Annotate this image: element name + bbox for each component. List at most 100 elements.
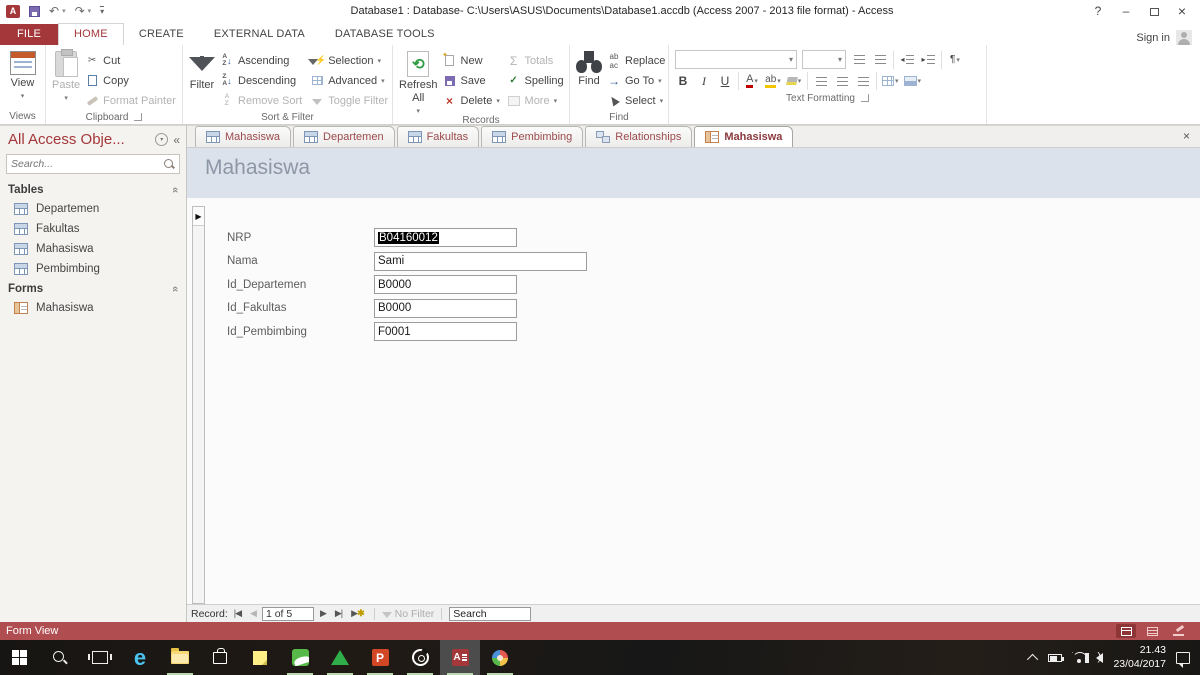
align-right-button[interactable] xyxy=(855,72,871,90)
minimize-button[interactable]: – xyxy=(1112,1,1140,21)
datasheet-view-button[interactable] xyxy=(1142,624,1162,638)
battery-icon[interactable] xyxy=(1048,654,1062,662)
taskbar-edge[interactable]: e xyxy=(120,640,160,675)
taskbar-search-button[interactable] xyxy=(40,640,80,675)
font-color-button[interactable]: A▾ xyxy=(744,72,760,90)
copy-button[interactable]: Copy xyxy=(82,71,179,90)
totals-button[interactable]: ΣTotals xyxy=(504,51,567,70)
doc-tab-departemen[interactable]: Departemen xyxy=(293,126,395,147)
field-input-id-fakultas[interactable]: B0000 xyxy=(374,299,517,318)
record-position[interactable]: 1 of 5 xyxy=(262,607,314,621)
view-button[interactable]: View ▾ xyxy=(6,49,39,100)
nav-item-pembimbing[interactable]: Pembimbing xyxy=(0,259,186,279)
undo-dropdown-icon[interactable]: ▾ xyxy=(62,7,66,15)
redo-dropdown-icon[interactable]: ▾ xyxy=(88,7,92,15)
nav-pane-collapse-icon[interactable]: « xyxy=(173,133,180,147)
close-document-icon[interactable]: × xyxy=(1183,129,1200,143)
design-view-button[interactable] xyxy=(1168,624,1188,638)
record-selector-bar[interactable]: ▶ xyxy=(192,206,205,604)
last-record-button[interactable]: ▶| xyxy=(332,608,345,619)
volume-icon[interactable] xyxy=(1096,653,1103,663)
nav-item-mahasiswa-form[interactable]: Mahasiswa xyxy=(0,298,186,318)
go-to-button[interactable]: →Go To▾ xyxy=(604,71,668,90)
tab-database-tools[interactable]: DATABASE TOOLS xyxy=(320,24,450,45)
refresh-all-button[interactable]: ⟲ Refresh All ▾ xyxy=(399,49,438,115)
gridlines-button[interactable]: ▾ xyxy=(882,72,899,90)
field-input-id-departemen[interactable]: B0000 xyxy=(374,275,517,294)
filter-button[interactable]: Filter xyxy=(189,49,215,92)
save-icon[interactable] xyxy=(29,6,40,17)
start-button[interactable] xyxy=(0,640,40,675)
bullets-button[interactable] xyxy=(851,51,867,69)
align-left-button[interactable] xyxy=(813,72,829,90)
help-button[interactable]: ? xyxy=(1084,1,1112,21)
form-view-button[interactable] xyxy=(1116,624,1136,638)
no-filter-indicator[interactable]: No Filter xyxy=(382,608,435,620)
tab-external-data[interactable]: EXTERNAL DATA xyxy=(199,24,320,45)
nav-group-forms[interactable]: Forms « xyxy=(0,279,186,298)
field-input-id-pembimbing[interactable]: F0001 xyxy=(374,322,517,341)
decrease-indent-button[interactable]: ◂ xyxy=(899,51,915,69)
format-painter-button[interactable]: Format Painter xyxy=(82,91,179,110)
taskbar-autodesk[interactable] xyxy=(320,640,360,675)
close-button[interactable]: × xyxy=(1168,1,1196,21)
taskbar-clock[interactable]: 21.43 23/04/2017 xyxy=(1113,644,1166,671)
first-record-button[interactable]: |◀ xyxy=(231,608,244,619)
collapse-chevron-icon[interactable]: « xyxy=(169,187,181,193)
taskbar-sticky-notes[interactable] xyxy=(240,640,280,675)
increase-indent-button[interactable]: ▸ xyxy=(920,51,936,69)
clipboard-dialog-launcher-icon[interactable] xyxy=(134,113,142,121)
taskbar-file-explorer[interactable] xyxy=(160,640,200,675)
numbering-button[interactable] xyxy=(872,51,888,69)
nav-search-input[interactable] xyxy=(7,158,163,170)
search-icon[interactable] xyxy=(163,158,175,170)
save-record-button[interactable]: Save xyxy=(440,71,502,90)
customize-qat-icon[interactable]: ▾ xyxy=(100,6,104,16)
doc-tab-mahasiswa-table[interactable]: Mahasiswa xyxy=(195,126,291,147)
taskbar-corel[interactable] xyxy=(280,640,320,675)
delete-button[interactable]: ×Delete▾ xyxy=(440,91,502,110)
toggle-filter-button[interactable]: Toggle Filter xyxy=(307,91,391,110)
more-button[interactable]: More▾ xyxy=(504,91,567,110)
task-view-button[interactable] xyxy=(80,640,120,675)
tab-file[interactable]: FILE xyxy=(0,24,58,45)
text-formatting-dialog-launcher-icon[interactable] xyxy=(861,94,869,102)
align-center-button[interactable] xyxy=(834,72,850,90)
next-record-button[interactable]: ▶ xyxy=(317,608,329,619)
taskbar-access[interactable]: A xyxy=(440,640,480,675)
sign-in[interactable]: Sign in xyxy=(1136,30,1200,45)
record-search-input[interactable] xyxy=(450,608,530,620)
selection-button[interactable]: ⚡Selection▾ xyxy=(307,51,391,70)
tab-home[interactable]: HOME xyxy=(58,23,124,45)
field-input-nama[interactable]: Sami xyxy=(374,252,587,271)
new-blank-record-button[interactable]: ▶✱ xyxy=(348,608,366,619)
doc-tab-pembimbing[interactable]: Pembimbing xyxy=(481,126,583,147)
nav-pane-menu-icon[interactable]: ▾ xyxy=(155,133,168,146)
nav-item-mahasiswa-table[interactable]: Mahasiswa xyxy=(0,239,186,259)
text-direction-button[interactable]: ¶▾ xyxy=(947,51,963,69)
tray-expand-icon[interactable] xyxy=(1027,653,1038,664)
ascending-button[interactable]: AZ↓Ascending xyxy=(217,51,305,70)
alternate-row-color-button[interactable]: ▾ xyxy=(904,72,922,90)
font-size-combo[interactable]: ▾ xyxy=(802,50,846,69)
undo-icon[interactable]: ↶ xyxy=(49,5,59,17)
doc-tab-fakultas[interactable]: Fakultas xyxy=(397,126,480,147)
descending-button[interactable]: ZA↓Descending xyxy=(217,71,305,90)
new-record-button[interactable]: New xyxy=(440,51,502,70)
paste-button[interactable]: Paste ▾ xyxy=(52,49,80,102)
highlight-button[interactable]: ab▾ xyxy=(765,72,781,90)
taskbar-store[interactable] xyxy=(200,640,240,675)
spelling-button[interactable]: ✓Spelling xyxy=(504,71,567,90)
previous-record-button[interactable]: ◀ xyxy=(247,608,259,619)
replace-button[interactable]: abacReplace xyxy=(604,51,668,70)
nav-search-box[interactable] xyxy=(6,154,180,174)
doc-tab-mahasiswa-form[interactable]: Mahasiswa xyxy=(694,126,793,147)
advanced-button[interactable]: Advanced▾ xyxy=(307,71,391,90)
italic-button[interactable]: I xyxy=(696,72,712,90)
select-button[interactable]: Select▾ xyxy=(604,91,668,110)
bold-button[interactable]: B xyxy=(675,72,691,90)
collapse-chevron-icon[interactable]: « xyxy=(169,286,181,292)
taskbar-recorder[interactable] xyxy=(400,640,440,675)
font-name-combo[interactable]: ▾ xyxy=(675,50,797,69)
taskbar-paint[interactable] xyxy=(480,640,520,675)
